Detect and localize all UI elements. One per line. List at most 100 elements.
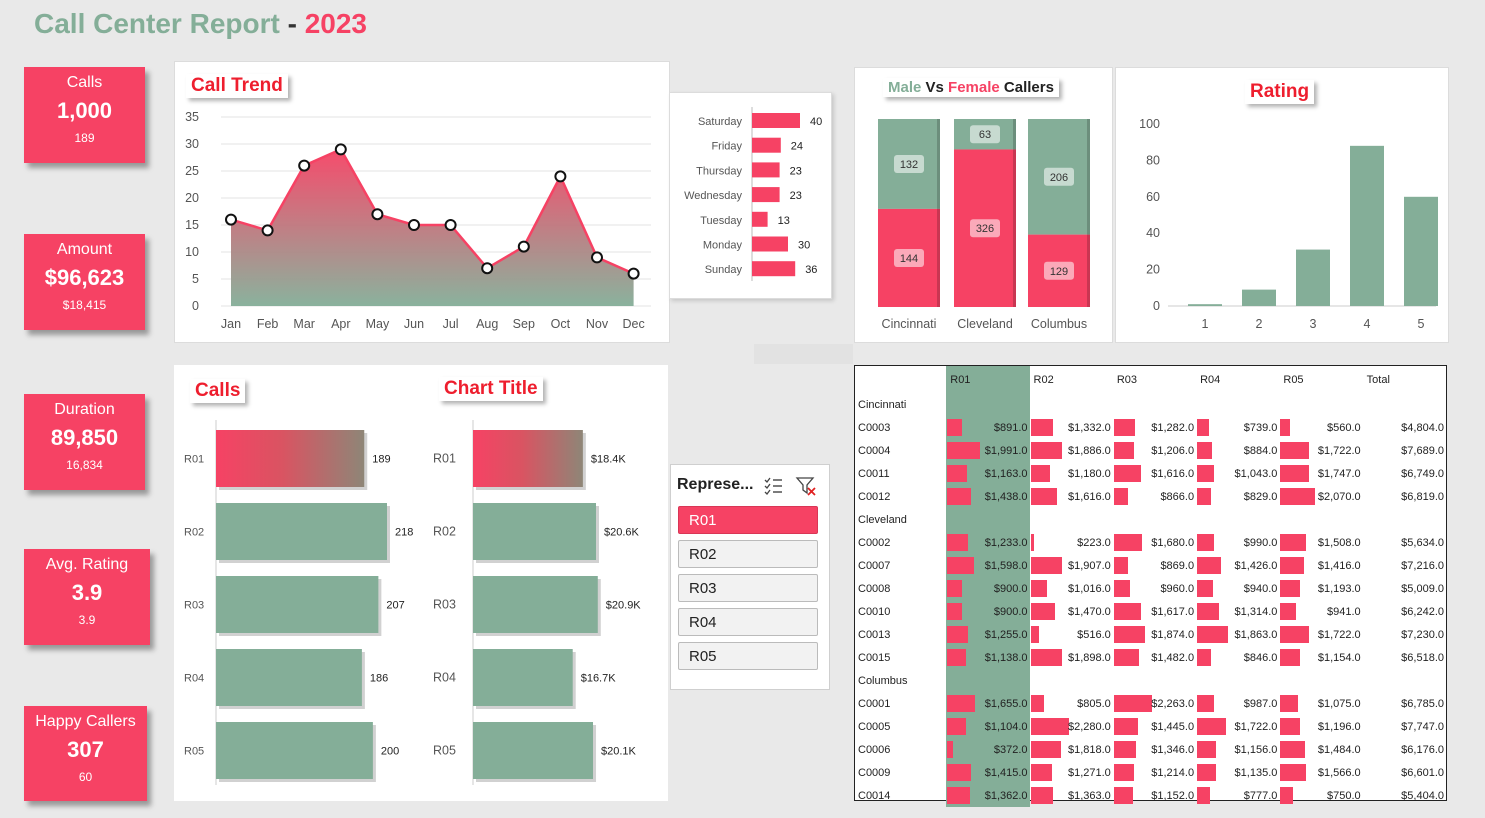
data-bar [1280,787,1293,804]
x-tick-label: Sep [513,317,535,331]
cell-value: $1,747.0 [1317,467,1361,480]
empty-cell [1196,393,1279,416]
category-label: Saturday [698,116,743,128]
kpi-happy-callers-card: Happy Callers 307 60 [24,706,147,801]
multi-select-icon[interactable] [763,475,783,495]
amount-chart-title: Chart Title [439,377,543,401]
total-cell: $6,176.0 [1401,743,1444,756]
title-year: 2023 [304,8,368,39]
value-cell: $1,271.0 [1030,761,1113,784]
category-label: Wednesday [684,190,742,202]
data-bar [947,442,981,459]
data-bar [1113,787,1133,804]
data-bar [1030,787,1054,804]
table-row: C0010 $900.0 $1,470.0 $1,617.0 $1,314.0 $941.… [855,600,1446,623]
table-row: C0005 $1,104.0 $2,280.0 $1,445.0 $1,722.0 $1,… [855,715,1446,738]
trend-point [334,143,347,156]
data-bar [1197,465,1215,482]
x-tick-label: 2 [1256,317,1263,331]
data-bar [1113,442,1134,459]
cell-value: $750.0 [1327,789,1361,802]
data-label: 30 [798,240,810,252]
clear-filter-icon[interactable] [795,475,817,497]
group-row: Columbus [855,669,1446,692]
empty-cell [1113,393,1196,416]
value-cell: $891.0 [946,416,1030,439]
cell-value: $884.0 [1243,444,1278,457]
cell-value: $1,214.0 [1151,766,1195,779]
data-bar [1197,557,1221,574]
cell-value: $1,135.0 [1234,766,1278,779]
female-data-label: 129 [1050,266,1068,278]
cell-value: $987.0 [1243,697,1278,710]
value-cell: $1,135.0 [1196,761,1279,784]
value-cell: $1,152.0 [1113,784,1196,807]
cell-value: $1,332.0 [1067,421,1111,434]
x-tick-label: Columbus [1031,317,1087,331]
cell-value: $990.0 [1243,536,1278,549]
slicer-item-r05[interactable]: R05 [678,642,818,670]
y-tick-label: 40 [1146,226,1160,240]
data-label: $20.1K [601,746,637,758]
table-row: C0003 $891.0 $1,332.0 $1,282.0 $739.0 $560.0 $… [855,416,1446,439]
cell-value: $777.0 [1243,789,1278,802]
cell-value: $1,154.0 [1317,651,1361,664]
data-bar [947,419,963,436]
data-bar [1113,695,1152,712]
weekday-panel: Saturday 40 Friday 24 Thursday 23 Wednesday 23 T… [669,92,832,299]
data-label: 13 [778,215,790,227]
bar [216,503,387,560]
slicer-header: Represe... [677,476,754,493]
data-bar [1030,718,1069,735]
trend-point [627,267,640,280]
cell-value: $1,282.0 [1151,421,1195,434]
value-cell: $1,255.0 [946,623,1030,646]
value-cell: $372.0 [946,738,1030,761]
slicer-item-r02[interactable]: R02 [678,540,818,568]
value-cell: $1,747.0 [1279,462,1362,485]
male-data-label: 132 [900,159,918,171]
trend-point [517,240,530,253]
data-bar [1030,465,1051,482]
cell-value: $1,617.0 [1151,605,1195,618]
row-label: C0007 [858,559,891,572]
value-cell: $1,907.0 [1030,554,1113,577]
cell-value: $1,438.0 [984,490,1028,503]
x-tick-label: Feb [257,317,279,331]
slicer-item-r01[interactable]: R01 [678,506,818,534]
value-cell: $1,180.0 [1030,462,1113,485]
category-label: Friday [711,141,742,153]
cell-value: $960.0 [1160,582,1195,595]
slicer-item-r04[interactable]: R04 [678,608,818,636]
kpi-avg-rating-card: Avg. Rating 3.9 3.9 [24,549,150,645]
value-cell: $1,426.0 [1196,554,1279,577]
cell-value: $1,363.0 [1067,789,1111,802]
row-label: C0008 [858,582,891,595]
bar [473,722,594,779]
category-label: R01 [184,454,204,466]
data-bar [1280,695,1299,712]
group-row: Cleveland [855,508,1446,531]
cell-value: $891.0 [993,421,1028,434]
y-tick-label: 60 [1146,190,1160,204]
total-cell: $6,601.0 [1401,766,1444,779]
category-label: Sunday [705,264,743,276]
trend-point [408,219,420,231]
male-data-label: 63 [979,129,991,141]
empty-cell [1279,669,1362,692]
bar [216,576,379,633]
table-row: C0011 $1,163.0 $1,180.0 $1,616.0 $1,043.0 $1,… [855,462,1446,485]
table-header-row: R01 R02 R03 R04 R05 Total [855,366,1446,393]
cell-value: $1,206.0 [1151,444,1195,457]
value-cell: $1,138.0 [946,646,1030,669]
data-bar [947,580,963,597]
kpi-subvalue: 16,834 [66,458,103,472]
bar [752,187,780,203]
slicer-item-r03[interactable]: R03 [678,574,818,602]
cell-value: $805.0 [1077,697,1111,710]
data-bar [947,718,966,735]
gender-title-female: Female [948,79,1000,96]
representative-slicer[interactable]: Represe... R01 R02 R03 R04 R05 [670,464,830,690]
category-label: R04 [433,671,456,685]
total-cell: $6,518.0 [1401,651,1444,664]
